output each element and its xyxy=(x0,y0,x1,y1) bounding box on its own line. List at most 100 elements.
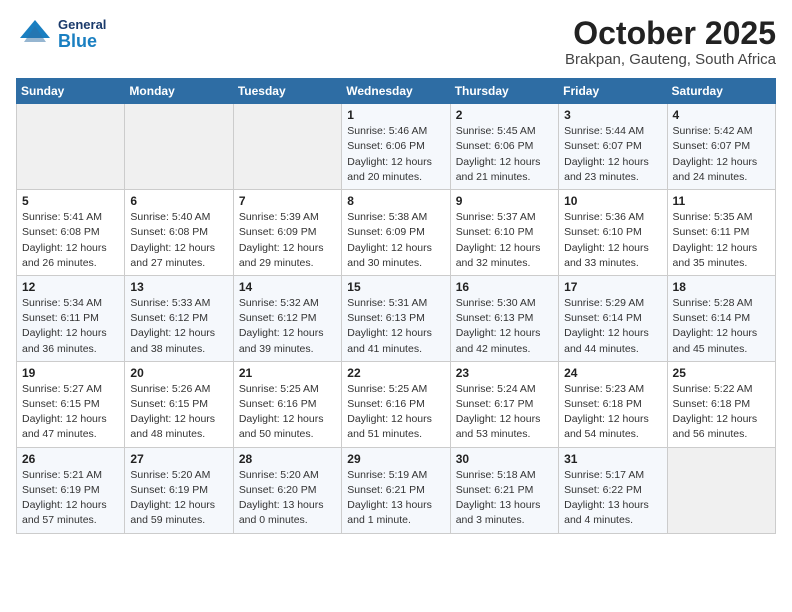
logo-blue-text: Blue xyxy=(58,32,106,52)
day-info: Sunrise: 5:23 AM Sunset: 6:18 PM Dayligh… xyxy=(564,382,661,443)
day-info: Sunrise: 5:42 AM Sunset: 6:07 PM Dayligh… xyxy=(673,124,770,185)
day-number: 20 xyxy=(130,366,227,380)
day-number: 7 xyxy=(239,194,336,208)
day-number: 29 xyxy=(347,452,444,466)
day-info: Sunrise: 5:27 AM Sunset: 6:15 PM Dayligh… xyxy=(22,382,119,443)
day-info: Sunrise: 5:40 AM Sunset: 6:08 PM Dayligh… xyxy=(130,210,227,271)
calendar-cell: 12 Sunrise: 5:34 AM Sunset: 6:11 PM Dayli… xyxy=(17,275,125,361)
day-number: 4 xyxy=(673,108,770,122)
calendar-cell: 24 Sunrise: 5:23 AM Sunset: 6:18 PM Dayli… xyxy=(559,361,667,447)
day-info: Sunrise: 5:25 AM Sunset: 6:16 PM Dayligh… xyxy=(347,382,444,443)
calendar-cell xyxy=(125,104,233,190)
day-number: 15 xyxy=(347,280,444,294)
calendar-cell: 4 Sunrise: 5:42 AM Sunset: 6:07 PM Daylig… xyxy=(667,104,775,190)
day-number: 1 xyxy=(347,108,444,122)
day-info: Sunrise: 5:46 AM Sunset: 6:06 PM Dayligh… xyxy=(347,124,444,185)
calendar-cell: 9 Sunrise: 5:37 AM Sunset: 6:10 PM Daylig… xyxy=(450,190,558,276)
calendar-table: SundayMondayTuesdayWednesdayThursdayFrid… xyxy=(16,78,776,533)
day-number: 3 xyxy=(564,108,661,122)
page-header: General Blue October 2025 Brakpan, Gaute… xyxy=(16,16,776,68)
day-number: 22 xyxy=(347,366,444,380)
calendar-cell: 11 Sunrise: 5:35 AM Sunset: 6:11 PM Dayli… xyxy=(667,190,775,276)
day-number: 26 xyxy=(22,452,119,466)
weekday-header: Tuesday xyxy=(233,79,341,104)
calendar-cell: 16 Sunrise: 5:30 AM Sunset: 6:13 PM Dayli… xyxy=(450,275,558,361)
day-info: Sunrise: 5:30 AM Sunset: 6:13 PM Dayligh… xyxy=(456,296,553,357)
calendar-cell: 6Sunrise: 5:40 AM Sunset: 6:08 PM Daylig… xyxy=(125,190,233,276)
day-info: Sunrise: 5:31 AM Sunset: 6:13 PM Dayligh… xyxy=(347,296,444,357)
day-info: Sunrise: 5:26 AM Sunset: 6:15 PM Dayligh… xyxy=(130,382,227,443)
day-info: Sunrise: 5:45 AM Sunset: 6:06 PM Dayligh… xyxy=(456,124,553,185)
calendar-cell: 3 Sunrise: 5:44 AM Sunset: 6:07 PM Daylig… xyxy=(559,104,667,190)
calendar-cell: 31 Sunrise: 5:17 AM Sunset: 6:22 PM Dayli… xyxy=(559,447,667,533)
day-number: 30 xyxy=(456,452,553,466)
day-info: Sunrise: 5:34 AM Sunset: 6:11 PM Dayligh… xyxy=(22,296,119,357)
day-info: Sunrise: 5:36 AM Sunset: 6:10 PM Dayligh… xyxy=(564,210,661,271)
day-info: Sunrise: 5:17 AM Sunset: 6:22 PM Dayligh… xyxy=(564,468,661,529)
weekday-header: Wednesday xyxy=(342,79,450,104)
day-number: 17 xyxy=(564,280,661,294)
day-info: Sunrise: 5:18 AM Sunset: 6:21 PM Dayligh… xyxy=(456,468,553,529)
day-info: Sunrise: 5:28 AM Sunset: 6:14 PM Dayligh… xyxy=(673,296,770,357)
day-info: Sunrise: 5:20 AM Sunset: 6:19 PM Dayligh… xyxy=(130,468,227,529)
day-info: Sunrise: 5:20 AM Sunset: 6:20 PM Dayligh… xyxy=(239,468,336,529)
day-info: Sunrise: 5:44 AM Sunset: 6:07 PM Dayligh… xyxy=(564,124,661,185)
day-info: Sunrise: 5:33 AM Sunset: 6:12 PM Dayligh… xyxy=(130,296,227,357)
calendar-cell: 1 Sunrise: 5:46 AM Sunset: 6:06 PM Daylig… xyxy=(342,104,450,190)
calendar-cell: 18 Sunrise: 5:28 AM Sunset: 6:14 PM Dayli… xyxy=(667,275,775,361)
calendar-cell xyxy=(17,104,125,190)
day-number: 9 xyxy=(456,194,553,208)
location-title: Brakpan, Gauteng, South Africa xyxy=(565,51,776,68)
calendar-cell: 5Sunrise: 5:41 AM Sunset: 6:08 PM Daylig… xyxy=(17,190,125,276)
calendar-cell: 8Sunrise: 5:38 AM Sunset: 6:09 PM Daylig… xyxy=(342,190,450,276)
calendar-cell: 10Sunrise: 5:36 AM Sunset: 6:10 PM Dayli… xyxy=(559,190,667,276)
logo: General Blue xyxy=(16,16,106,54)
day-number: 31 xyxy=(564,452,661,466)
calendar-cell: 19Sunrise: 5:27 AM Sunset: 6:15 PM Dayli… xyxy=(17,361,125,447)
calendar-week-row: 1 Sunrise: 5:46 AM Sunset: 6:06 PM Daylig… xyxy=(17,104,776,190)
calendar-cell: 7 Sunrise: 5:39 AM Sunset: 6:09 PM Daylig… xyxy=(233,190,341,276)
day-info: Sunrise: 5:38 AM Sunset: 6:09 PM Dayligh… xyxy=(347,210,444,271)
calendar-cell: 21 Sunrise: 5:25 AM Sunset: 6:16 PM Dayli… xyxy=(233,361,341,447)
calendar-cell: 2 Sunrise: 5:45 AM Sunset: 6:06 PM Daylig… xyxy=(450,104,558,190)
day-number: 16 xyxy=(456,280,553,294)
month-title: October 2025 xyxy=(565,16,776,51)
day-number: 21 xyxy=(239,366,336,380)
calendar-cell: 13 Sunrise: 5:33 AM Sunset: 6:12 PM Dayli… xyxy=(125,275,233,361)
calendar-week-row: 26 Sunrise: 5:21 AM Sunset: 6:19 PM Dayli… xyxy=(17,447,776,533)
day-info: Sunrise: 5:35 AM Sunset: 6:11 PM Dayligh… xyxy=(673,210,770,271)
calendar-cell: 17 Sunrise: 5:29 AM Sunset: 6:14 PM Dayli… xyxy=(559,275,667,361)
day-number: 12 xyxy=(22,280,119,294)
day-number: 2 xyxy=(456,108,553,122)
weekday-header: Saturday xyxy=(667,79,775,104)
day-info: Sunrise: 5:24 AM Sunset: 6:17 PM Dayligh… xyxy=(456,382,553,443)
day-info: Sunrise: 5:21 AM Sunset: 6:19 PM Dayligh… xyxy=(22,468,119,529)
day-info: Sunrise: 5:25 AM Sunset: 6:16 PM Dayligh… xyxy=(239,382,336,443)
day-info: Sunrise: 5:39 AM Sunset: 6:09 PM Dayligh… xyxy=(239,210,336,271)
calendar-cell xyxy=(667,447,775,533)
day-info: Sunrise: 5:29 AM Sunset: 6:14 PM Dayligh… xyxy=(564,296,661,357)
logo-text: General Blue xyxy=(58,18,106,52)
calendar-week-row: 12 Sunrise: 5:34 AM Sunset: 6:11 PM Dayli… xyxy=(17,275,776,361)
calendar-cell: 25Sunrise: 5:22 AM Sunset: 6:18 PM Dayli… xyxy=(667,361,775,447)
weekday-header: Thursday xyxy=(450,79,558,104)
day-number: 13 xyxy=(130,280,227,294)
calendar-cell: 23 Sunrise: 5:24 AM Sunset: 6:17 PM Dayli… xyxy=(450,361,558,447)
day-number: 23 xyxy=(456,366,553,380)
calendar-week-row: 19Sunrise: 5:27 AM Sunset: 6:15 PM Dayli… xyxy=(17,361,776,447)
logo-general-text: General xyxy=(58,18,106,32)
day-info: Sunrise: 5:32 AM Sunset: 6:12 PM Dayligh… xyxy=(239,296,336,357)
calendar-cell: 22 Sunrise: 5:25 AM Sunset: 6:16 PM Dayli… xyxy=(342,361,450,447)
weekday-header: Monday xyxy=(125,79,233,104)
calendar-cell: 20 Sunrise: 5:26 AM Sunset: 6:15 PM Dayli… xyxy=(125,361,233,447)
day-number: 18 xyxy=(673,280,770,294)
calendar-week-row: 5Sunrise: 5:41 AM Sunset: 6:08 PM Daylig… xyxy=(17,190,776,276)
weekday-header: Sunday xyxy=(17,79,125,104)
calendar-cell: 14 Sunrise: 5:32 AM Sunset: 6:12 PM Dayli… xyxy=(233,275,341,361)
day-info: Sunrise: 5:37 AM Sunset: 6:10 PM Dayligh… xyxy=(456,210,553,271)
day-number: 25 xyxy=(673,366,770,380)
day-number: 14 xyxy=(239,280,336,294)
day-number: 24 xyxy=(564,366,661,380)
calendar-cell: 29Sunrise: 5:19 AM Sunset: 6:21 PM Dayli… xyxy=(342,447,450,533)
day-number: 11 xyxy=(673,194,770,208)
